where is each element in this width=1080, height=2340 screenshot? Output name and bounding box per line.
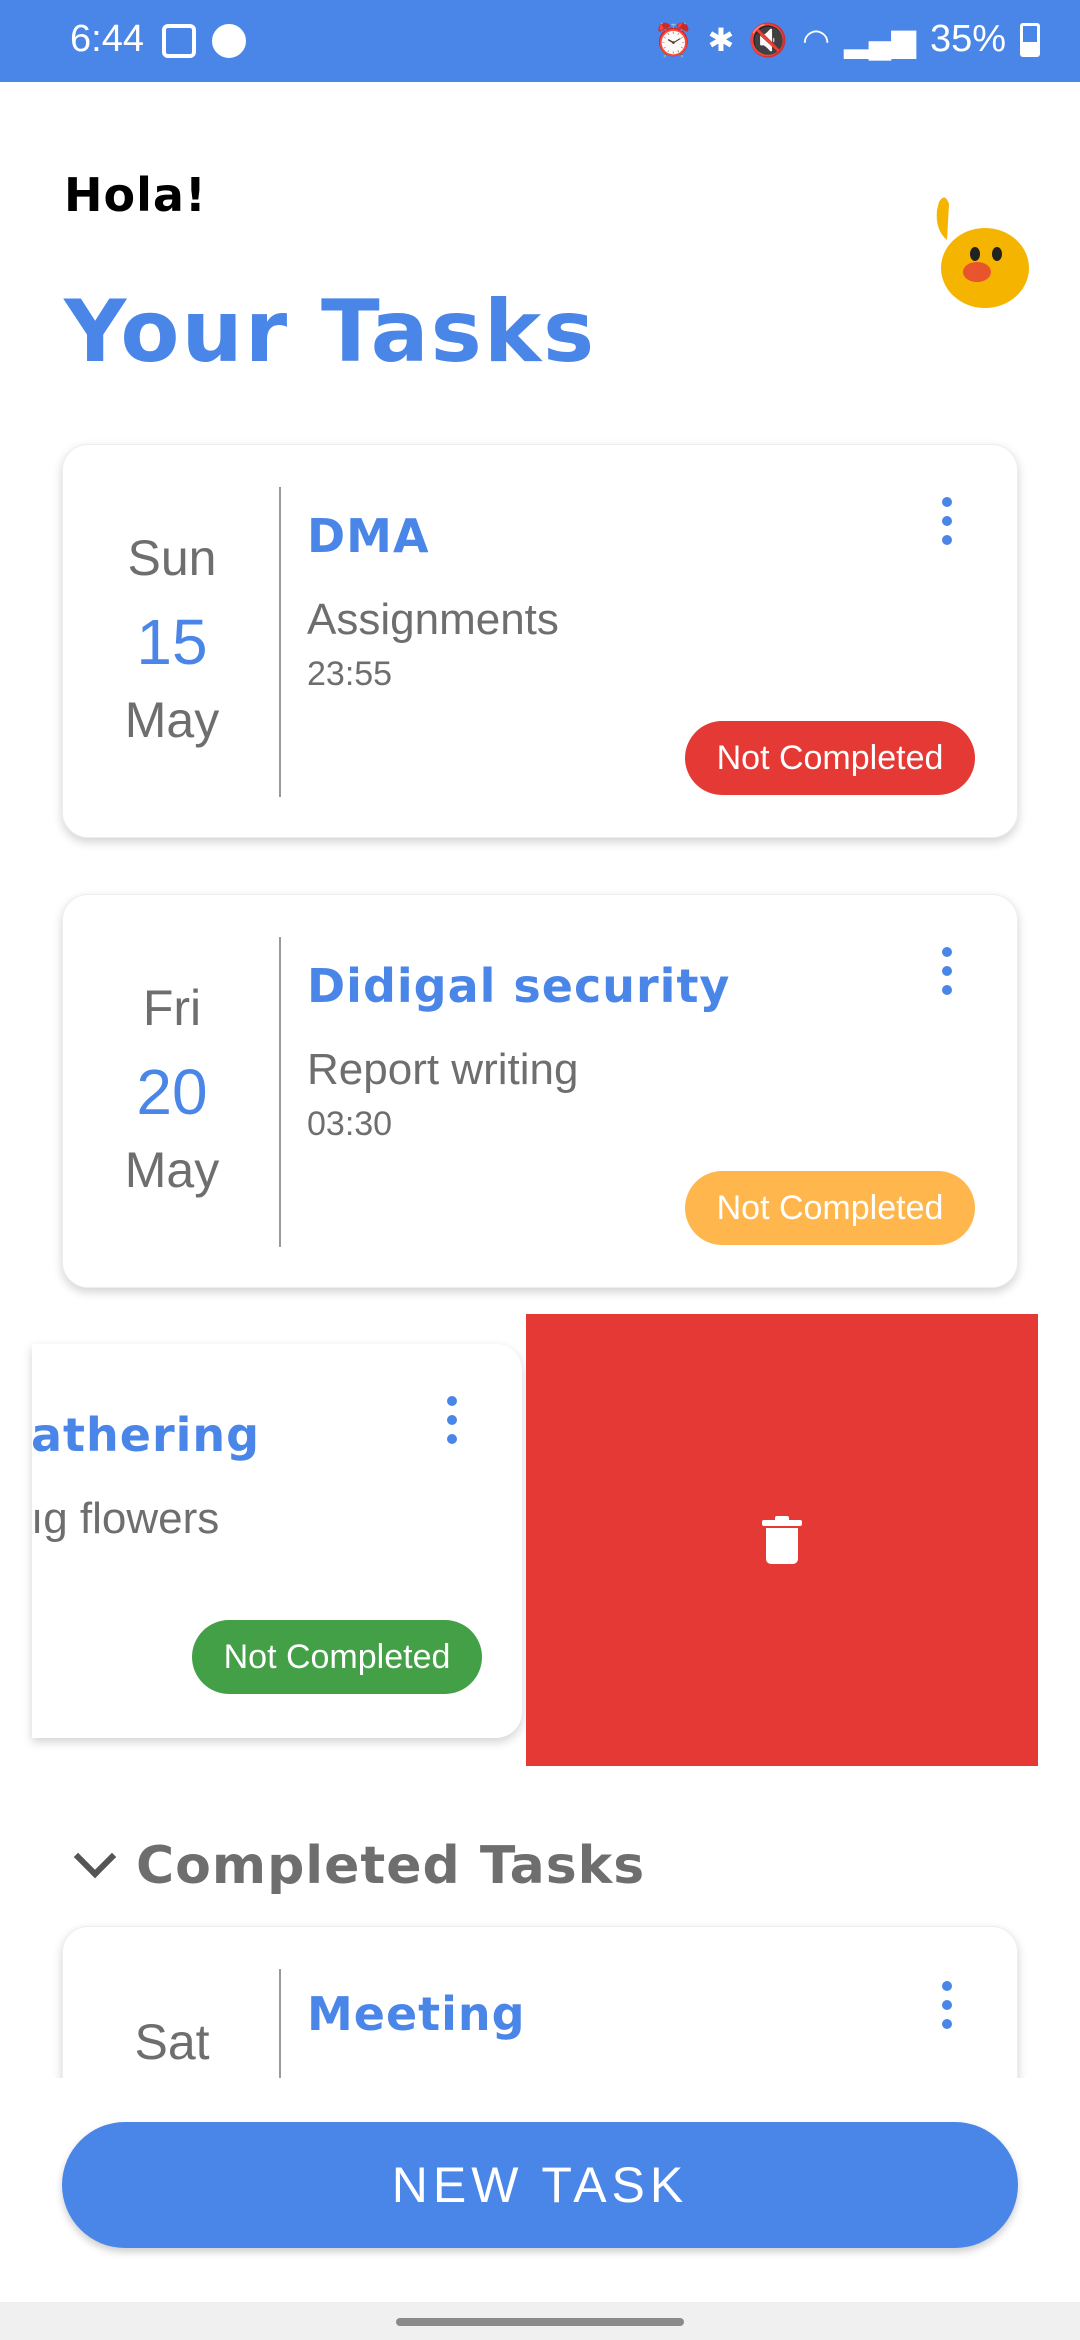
waving-mascot-icon	[936, 197, 1029, 308]
task-description: Assignments	[307, 595, 559, 644]
more-options-icon[interactable]	[937, 947, 957, 995]
task-date: Sun 15 May	[63, 445, 281, 837]
task-title: Meeting	[307, 1987, 526, 2041]
alarm-icon: ⏰	[653, 21, 694, 58]
gallery-icon	[162, 24, 196, 58]
divider	[279, 937, 281, 1247]
status-badge[interactable]: Not Completed	[685, 721, 975, 795]
task-month: May	[124, 692, 220, 748]
task-day: Sun	[127, 530, 217, 586]
task-title: Didigal security	[307, 959, 731, 1013]
battery-percent: 35%	[929, 18, 1006, 60]
task-month: May	[124, 1142, 220, 1198]
task-day: Fri	[142, 980, 202, 1036]
page-title: Your Tasks	[64, 282, 597, 382]
status-badge[interactable]: Not Completed	[192, 1620, 482, 1694]
swipe-to-delete-row[interactable]: athering ıg flowers Not Completed	[32, 1314, 1038, 1766]
completed-section-title: Completed Tasks	[136, 1836, 646, 1896]
task-card[interactable]: Sat Meeting	[62, 1926, 1018, 2078]
task-date: Sat	[63, 1927, 281, 2078]
task-time: 03:30	[307, 1105, 393, 1143]
greeting: Hola!	[64, 168, 207, 222]
divider	[279, 487, 281, 797]
task-time: 23:55	[307, 655, 393, 693]
task-title: athering	[32, 1408, 261, 1462]
task-card[interactable]: athering ıg flowers Not Completed	[32, 1344, 522, 1738]
task-description: ıg flowers	[32, 1494, 220, 1543]
app-icon	[212, 24, 246, 58]
completed-list: Sat Meeting	[0, 1920, 1080, 2078]
task-description: Report writing	[307, 1045, 579, 1094]
task-day: Sat	[134, 2014, 210, 2070]
chevron-down-icon	[73, 1835, 117, 1879]
task-date: Fri 20 May	[63, 895, 281, 1287]
status-badge[interactable]: Not Completed	[685, 1171, 975, 1245]
more-options-icon[interactable]	[937, 497, 957, 545]
wifi-icon: ◠	[802, 21, 831, 58]
signal-icon: ▂▄▆	[844, 21, 916, 58]
task-title: DMA	[307, 509, 430, 563]
task-card[interactable]: Fri 20 May Didigal security Report writi…	[62, 894, 1018, 1288]
mute-icon: 🔇	[748, 21, 789, 58]
trash-icon[interactable]	[762, 1516, 802, 1564]
completed-section-toggle[interactable]: Completed Tasks	[73, 1835, 646, 1896]
home-handle[interactable]	[396, 2318, 684, 2326]
more-options-icon[interactable]	[937, 1981, 957, 2029]
delete-action[interactable]	[526, 1314, 1038, 1766]
task-date-number: 20	[136, 1056, 208, 1128]
status-bar: 6:44 ⏰ ✱ 🔇 ◠ ▂▄▆ 35%	[0, 0, 1080, 82]
more-options-icon[interactable]	[442, 1396, 462, 1444]
task-date-number: 15	[136, 606, 208, 678]
status-time: 6:44	[70, 18, 144, 60]
navigation-bar	[0, 2302, 1080, 2340]
bluetooth-icon: ✱	[707, 21, 735, 58]
task-card[interactable]: Sun 15 May DMA Assignments 23:55 Not Com…	[62, 444, 1018, 838]
new-task-button[interactable]: NEW TASK	[62, 2122, 1018, 2248]
divider	[279, 1969, 281, 2078]
status-left-icons	[162, 24, 246, 58]
status-right-icons: ⏰ ✱ 🔇 ◠ ▂▄▆ 35%	[654, 18, 1040, 61]
battery-icon	[1020, 22, 1040, 57]
